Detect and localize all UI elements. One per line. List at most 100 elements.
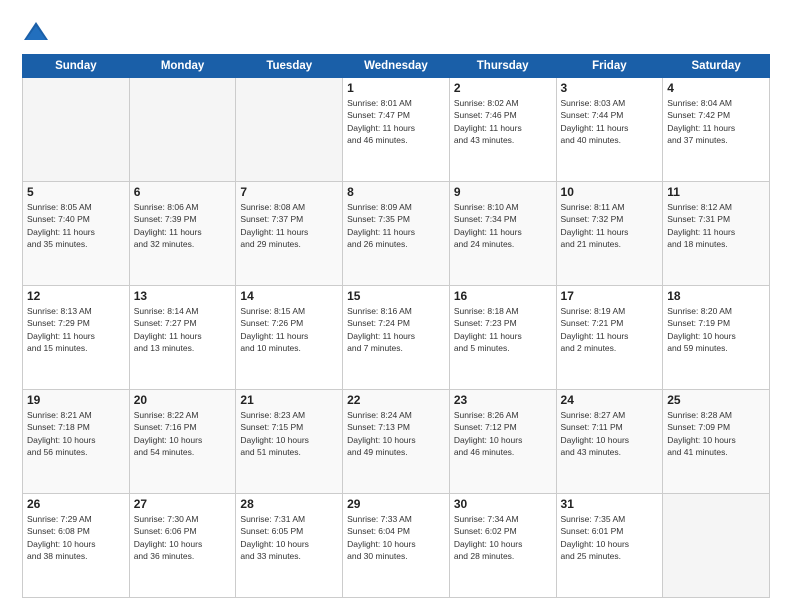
day-info: Sunrise: 8:02 AM Sunset: 7:46 PM Dayligh… <box>454 97 552 146</box>
weekday-header-friday: Friday <box>556 55 663 78</box>
day-info: Sunrise: 8:21 AM Sunset: 7:18 PM Dayligh… <box>27 409 125 458</box>
day-number: 7 <box>240 185 338 199</box>
weekday-header-sunday: Sunday <box>23 55 130 78</box>
calendar-cell: 20 Sunrise: 8:22 AM Sunset: 7:16 PM Dayli… <box>129 390 236 494</box>
calendar-cell: 23Sunrise: 8:26 AM Sunset: 7:12 PM Dayli… <box>449 390 556 494</box>
calendar-cell: 1 Sunrise: 8:01 AM Sunset: 7:47 PM Daylig… <box>343 78 450 182</box>
calendar-cell: 30Sunrise: 7:34 AM Sunset: 6:02 PM Dayli… <box>449 494 556 598</box>
logo <box>22 18 54 46</box>
day-info: Sunrise: 8:01 AM Sunset: 7:47 PM Dayligh… <box>347 97 445 146</box>
calendar-cell: 6 Sunrise: 8:06 AM Sunset: 7:39 PM Daylig… <box>129 182 236 286</box>
calendar-cell: 26 Sunrise: 7:29 AM Sunset: 6:08 PM Dayli… <box>23 494 130 598</box>
day-info: Sunrise: 8:26 AM Sunset: 7:12 PM Dayligh… <box>454 409 552 458</box>
day-number: 8 <box>347 185 445 199</box>
calendar-cell: 25Sunrise: 8:28 AM Sunset: 7:09 PM Dayli… <box>663 390 770 494</box>
day-number: 27 <box>134 497 232 511</box>
day-number: 9 <box>454 185 552 199</box>
day-number: 11 <box>667 185 765 199</box>
calendar-cell: 8 Sunrise: 8:09 AM Sunset: 7:35 PM Daylig… <box>343 182 450 286</box>
calendar-cell: 18Sunrise: 8:20 AM Sunset: 7:19 PM Dayli… <box>663 286 770 390</box>
day-number: 31 <box>561 497 659 511</box>
day-number: 19 <box>27 393 125 407</box>
calendar-week-row: 5 Sunrise: 8:05 AM Sunset: 7:40 PM Daylig… <box>23 182 770 286</box>
calendar-cell: 28Sunrise: 7:31 AM Sunset: 6:05 PM Dayli… <box>236 494 343 598</box>
calendar-week-row: 26 Sunrise: 7:29 AM Sunset: 6:08 PM Dayli… <box>23 494 770 598</box>
calendar-cell: 16 Sunrise: 8:18 AM Sunset: 7:23 PM Dayli… <box>449 286 556 390</box>
day-number: 24 <box>561 393 659 407</box>
day-info: Sunrise: 7:34 AM Sunset: 6:02 PM Dayligh… <box>454 513 552 562</box>
day-number: 17 <box>561 289 659 303</box>
day-number: 26 <box>27 497 125 511</box>
calendar-cell: 14 Sunrise: 8:15 AM Sunset: 7:26 PM Dayli… <box>236 286 343 390</box>
calendar-week-row: 12 Sunrise: 8:13 AM Sunset: 7:29 PM Dayli… <box>23 286 770 390</box>
day-number: 13 <box>134 289 232 303</box>
calendar-cell: 15 Sunrise: 8:16 AM Sunset: 7:24 PM Dayli… <box>343 286 450 390</box>
calendar-cell <box>129 78 236 182</box>
day-info: Sunrise: 8:23 AM Sunset: 7:15 PM Dayligh… <box>240 409 338 458</box>
day-info: Sunrise: 8:16 AM Sunset: 7:24 PM Dayligh… <box>347 305 445 354</box>
day-number: 21 <box>240 393 338 407</box>
calendar-cell: 31Sunrise: 7:35 AM Sunset: 6:01 PM Dayli… <box>556 494 663 598</box>
weekday-header-wednesday: Wednesday <box>343 55 450 78</box>
calendar-cell <box>236 78 343 182</box>
day-info: Sunrise: 8:06 AM Sunset: 7:39 PM Dayligh… <box>134 201 232 250</box>
day-info: Sunrise: 7:30 AM Sunset: 6:06 PM Dayligh… <box>134 513 232 562</box>
weekday-header-saturday: Saturday <box>663 55 770 78</box>
day-info: Sunrise: 7:29 AM Sunset: 6:08 PM Dayligh… <box>27 513 125 562</box>
calendar-cell: 29Sunrise: 7:33 AM Sunset: 6:04 PM Dayli… <box>343 494 450 598</box>
day-info: Sunrise: 8:11 AM Sunset: 7:32 PM Dayligh… <box>561 201 659 250</box>
calendar-cell: 3 Sunrise: 8:03 AM Sunset: 7:44 PM Daylig… <box>556 78 663 182</box>
calendar-cell: 21 Sunrise: 8:23 AM Sunset: 7:15 PM Dayli… <box>236 390 343 494</box>
weekday-header-tuesday: Tuesday <box>236 55 343 78</box>
day-info: Sunrise: 8:22 AM Sunset: 7:16 PM Dayligh… <box>134 409 232 458</box>
calendar-cell: 5 Sunrise: 8:05 AM Sunset: 7:40 PM Daylig… <box>23 182 130 286</box>
day-number: 12 <box>27 289 125 303</box>
calendar-cell: 22 Sunrise: 8:24 AM Sunset: 7:13 PM Dayli… <box>343 390 450 494</box>
day-number: 29 <box>347 497 445 511</box>
weekday-header-row: SundayMondayTuesdayWednesdayThursdayFrid… <box>23 55 770 78</box>
day-info: Sunrise: 8:28 AM Sunset: 7:09 PM Dayligh… <box>667 409 765 458</box>
day-number: 4 <box>667 81 765 95</box>
day-info: Sunrise: 8:24 AM Sunset: 7:13 PM Dayligh… <box>347 409 445 458</box>
day-number: 15 <box>347 289 445 303</box>
day-info: Sunrise: 8:18 AM Sunset: 7:23 PM Dayligh… <box>454 305 552 354</box>
calendar-cell: 17Sunrise: 8:19 AM Sunset: 7:21 PM Dayli… <box>556 286 663 390</box>
day-info: Sunrise: 8:13 AM Sunset: 7:29 PM Dayligh… <box>27 305 125 354</box>
day-number: 3 <box>561 81 659 95</box>
day-info: Sunrise: 8:04 AM Sunset: 7:42 PM Dayligh… <box>667 97 765 146</box>
day-number: 18 <box>667 289 765 303</box>
calendar-week-row: 1 Sunrise: 8:01 AM Sunset: 7:47 PM Daylig… <box>23 78 770 182</box>
day-number: 16 <box>454 289 552 303</box>
calendar-cell: 9 Sunrise: 8:10 AM Sunset: 7:34 PM Daylig… <box>449 182 556 286</box>
day-number: 1 <box>347 81 445 95</box>
day-number: 10 <box>561 185 659 199</box>
calendar-cell <box>663 494 770 598</box>
day-info: Sunrise: 8:15 AM Sunset: 7:26 PM Dayligh… <box>240 305 338 354</box>
calendar-cell: 27 Sunrise: 7:30 AM Sunset: 6:06 PM Dayli… <box>129 494 236 598</box>
calendar-cell: 11 Sunrise: 8:12 AM Sunset: 7:31 PM Dayli… <box>663 182 770 286</box>
calendar-cell: 4 Sunrise: 8:04 AM Sunset: 7:42 PM Daylig… <box>663 78 770 182</box>
day-number: 2 <box>454 81 552 95</box>
calendar-cell: 7 Sunrise: 8:08 AM Sunset: 7:37 PM Daylig… <box>236 182 343 286</box>
calendar-cell <box>23 78 130 182</box>
header <box>22 18 770 46</box>
day-info: Sunrise: 8:05 AM Sunset: 7:40 PM Dayligh… <box>27 201 125 250</box>
day-number: 6 <box>134 185 232 199</box>
day-info: Sunrise: 8:09 AM Sunset: 7:35 PM Dayligh… <box>347 201 445 250</box>
day-info: Sunrise: 8:10 AM Sunset: 7:34 PM Dayligh… <box>454 201 552 250</box>
calendar-cell: 10 Sunrise: 8:11 AM Sunset: 7:32 PM Dayli… <box>556 182 663 286</box>
calendar-week-row: 19 Sunrise: 8:21 AM Sunset: 7:18 PM Dayli… <box>23 390 770 494</box>
day-number: 14 <box>240 289 338 303</box>
calendar-cell: 24Sunrise: 8:27 AM Sunset: 7:11 PM Dayli… <box>556 390 663 494</box>
day-number: 22 <box>347 393 445 407</box>
day-number: 20 <box>134 393 232 407</box>
logo-icon <box>22 18 50 46</box>
day-info: Sunrise: 8:03 AM Sunset: 7:44 PM Dayligh… <box>561 97 659 146</box>
day-info: Sunrise: 8:12 AM Sunset: 7:31 PM Dayligh… <box>667 201 765 250</box>
day-number: 5 <box>27 185 125 199</box>
day-info: Sunrise: 7:31 AM Sunset: 6:05 PM Dayligh… <box>240 513 338 562</box>
calendar-table: SundayMondayTuesdayWednesdayThursdayFrid… <box>22 54 770 598</box>
calendar-cell: 19 Sunrise: 8:21 AM Sunset: 7:18 PM Dayli… <box>23 390 130 494</box>
day-info: Sunrise: 8:14 AM Sunset: 7:27 PM Dayligh… <box>134 305 232 354</box>
day-info: Sunrise: 8:08 AM Sunset: 7:37 PM Dayligh… <box>240 201 338 250</box>
